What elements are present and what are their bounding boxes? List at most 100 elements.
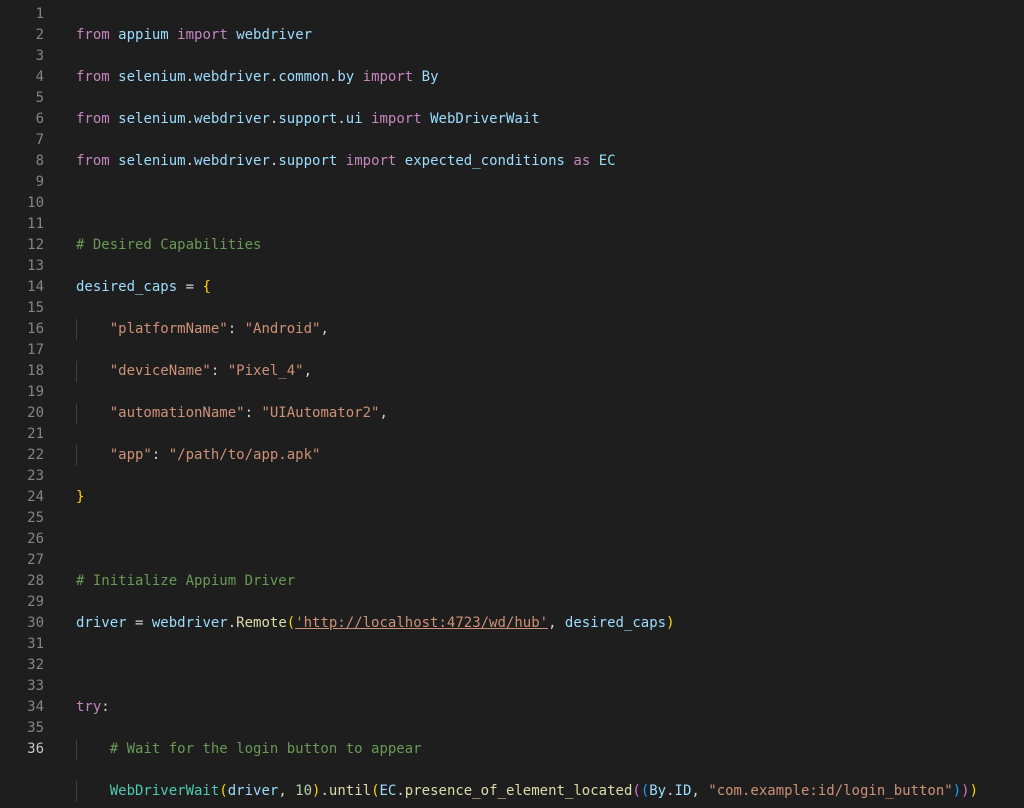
t: webdriver bbox=[194, 111, 270, 127]
t: from bbox=[76, 153, 110, 169]
t: selenium bbox=[118, 111, 185, 127]
code-editor[interactable]: 1 2 3 4 5 6 7 8 9 10 11 12 13 14 15 16 1… bbox=[0, 0, 1024, 808]
t bbox=[76, 405, 110, 421]
indent-guide bbox=[76, 361, 77, 382]
code-line[interactable]: "automationName": "UIAutomator2", bbox=[76, 403, 1024, 424]
t: webdriver bbox=[194, 69, 270, 85]
indent-guide bbox=[76, 403, 77, 424]
t bbox=[110, 111, 118, 127]
code-line[interactable] bbox=[76, 529, 1024, 550]
t: . bbox=[337, 111, 345, 127]
line-number: 27 bbox=[0, 550, 44, 571]
code-line[interactable]: "app": "/path/to/app.apk" bbox=[76, 445, 1024, 466]
p: ) bbox=[970, 783, 978, 799]
t: driver bbox=[76, 615, 127, 631]
p: ) bbox=[961, 783, 969, 799]
t: desired_caps bbox=[76, 279, 177, 295]
t: from bbox=[76, 27, 110, 43]
t: "Pixel_4" bbox=[228, 363, 304, 379]
t bbox=[76, 783, 110, 799]
code-line[interactable]: # Wait for the login button to appear bbox=[76, 739, 1024, 760]
t: "platformName" bbox=[110, 321, 228, 337]
t: "UIAutomator2" bbox=[261, 405, 379, 421]
t: : bbox=[101, 699, 109, 715]
line-number: 20 bbox=[0, 403, 44, 424]
t bbox=[337, 153, 345, 169]
t: . bbox=[666, 783, 674, 799]
t bbox=[110, 69, 118, 85]
code-line[interactable]: # Initialize Appium Driver bbox=[76, 571, 1024, 592]
code-line[interactable]: "platformName": "Android", bbox=[76, 319, 1024, 340]
t: "Android" bbox=[245, 321, 321, 337]
t: , bbox=[304, 363, 312, 379]
line-number: 13 bbox=[0, 256, 44, 277]
code-line[interactable] bbox=[76, 655, 1024, 676]
line-number: 12 bbox=[0, 235, 44, 256]
indent-guide bbox=[76, 781, 77, 802]
t: until bbox=[329, 783, 371, 799]
line-number: 21 bbox=[0, 424, 44, 445]
t: , bbox=[320, 321, 328, 337]
code-area[interactable]: from appium import webdriver from seleni… bbox=[62, 0, 1024, 808]
t: "app" bbox=[110, 447, 152, 463]
t bbox=[396, 153, 404, 169]
line-number: 26 bbox=[0, 529, 44, 550]
line-number: 16 bbox=[0, 319, 44, 340]
t: 10 bbox=[295, 783, 312, 799]
line-number: 17 bbox=[0, 340, 44, 361]
code-line[interactable]: desired_caps = { bbox=[76, 277, 1024, 298]
t: "/path/to/app.apk" bbox=[169, 447, 321, 463]
t: from bbox=[76, 111, 110, 127]
code-line[interactable]: WebDriverWait(driver, 10).until(EC.prese… bbox=[76, 781, 1024, 802]
t: webdriver bbox=[194, 153, 270, 169]
code-line[interactable]: from appium import webdriver bbox=[76, 25, 1024, 46]
t: "com.example:id/login_button" bbox=[708, 783, 952, 799]
code-line[interactable]: # Desired Capabilities bbox=[76, 235, 1024, 256]
line-number: 18 bbox=[0, 361, 44, 382]
t: = bbox=[127, 615, 152, 631]
p: ( bbox=[371, 783, 379, 799]
paren-close: ) bbox=[666, 615, 674, 631]
p: ( bbox=[641, 783, 649, 799]
line-number: 14 bbox=[0, 277, 44, 298]
t bbox=[363, 111, 371, 127]
code-line[interactable]: from selenium.webdriver.common.by import… bbox=[76, 67, 1024, 88]
t: , bbox=[278, 783, 295, 799]
t bbox=[422, 111, 430, 127]
line-number: 1 bbox=[0, 4, 44, 25]
t: driver bbox=[228, 783, 279, 799]
t bbox=[354, 69, 362, 85]
code-line[interactable]: driver = webdriver.Remote('http://localh… bbox=[76, 613, 1024, 634]
code-line[interactable]: try: bbox=[76, 697, 1024, 718]
t: ID bbox=[675, 783, 692, 799]
t: : bbox=[211, 363, 228, 379]
t bbox=[76, 321, 110, 337]
line-number: 34 bbox=[0, 697, 44, 718]
t: = bbox=[177, 279, 202, 295]
line-number: 36 bbox=[0, 739, 44, 760]
t bbox=[228, 27, 236, 43]
line-number: 32 bbox=[0, 655, 44, 676]
line-number: 3 bbox=[0, 46, 44, 67]
code-line[interactable]: from selenium.webdriver.support.ui impor… bbox=[76, 109, 1024, 130]
line-number: 5 bbox=[0, 88, 44, 109]
url-string: 'http://localhost:4723/wd/hub' bbox=[295, 615, 548, 631]
code-line[interactable]: from selenium.webdriver.support import e… bbox=[76, 151, 1024, 172]
code-line[interactable]: "deviceName": "Pixel_4", bbox=[76, 361, 1024, 382]
code-line[interactable] bbox=[76, 193, 1024, 214]
t: as bbox=[573, 153, 590, 169]
t: , bbox=[379, 405, 387, 421]
line-number: 23 bbox=[0, 466, 44, 487]
t bbox=[413, 69, 421, 85]
code-line[interactable]: } bbox=[76, 487, 1024, 508]
indent-guide bbox=[76, 739, 77, 760]
t: Remote bbox=[236, 615, 287, 631]
comment: # Wait for the login button to appear bbox=[110, 741, 422, 757]
t: selenium bbox=[118, 153, 185, 169]
t: , bbox=[691, 783, 708, 799]
t: expected_conditions bbox=[405, 153, 565, 169]
line-number: 25 bbox=[0, 508, 44, 529]
t bbox=[110, 27, 118, 43]
t: ui bbox=[346, 111, 363, 127]
t: . bbox=[228, 615, 236, 631]
